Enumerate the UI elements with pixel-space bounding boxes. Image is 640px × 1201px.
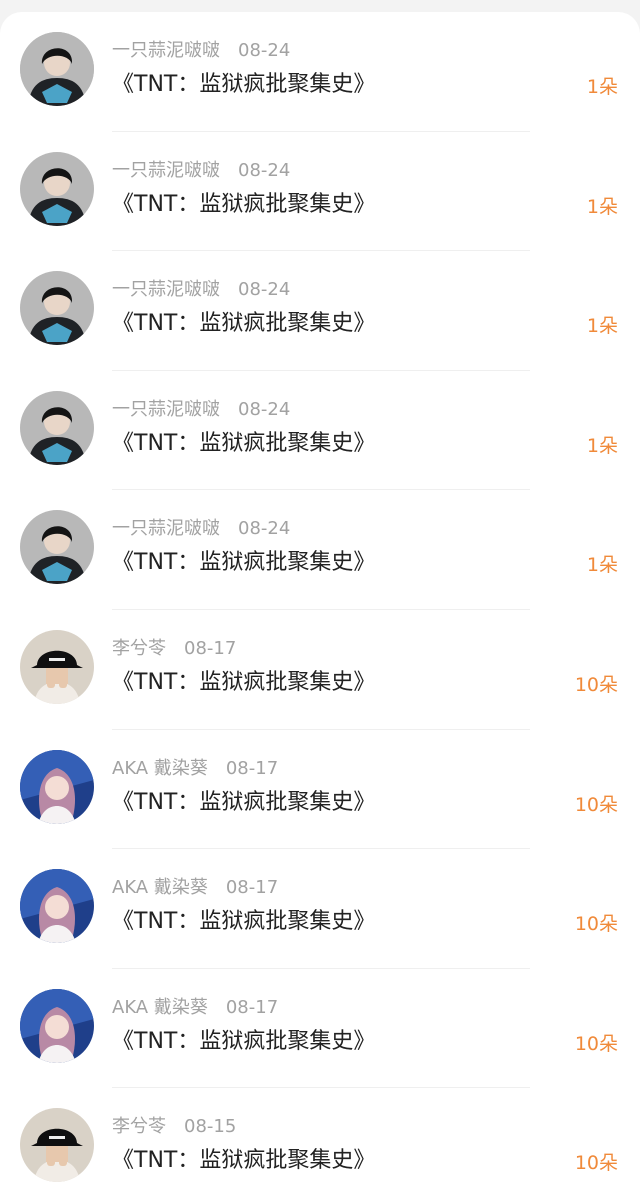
username[interactable]: AKA 戴染葵 <box>112 997 208 1018</box>
list-item[interactable]: 李兮苓 08-17 《TNT：监狱疯批聚集史》 10朵 <box>0 610 640 730</box>
username[interactable]: 一只蒜泥啵啵 <box>112 40 220 61</box>
meta-line: 李兮苓 08-17 <box>112 637 236 661</box>
date: 08-17 <box>225 996 279 1018</box>
meta-line: 一只蒜泥啵啵 08-24 <box>112 159 290 183</box>
date: 08-24 <box>238 159 291 181</box>
boy-avatar-icon[interactable] <box>20 151 94 226</box>
gift-list: 一只蒜泥啵啵 08-24 《TNT：监狱疯批聚集史》 1朵 一只蒜泥啵啵 08-24… <box>0 12 640 1201</box>
list-item[interactable]: AKA 戴染葵 08-17 《TNT：监狱疯批聚集史》 10朵 <box>0 849 640 969</box>
meta-line: 一只蒜泥啵啵 08-24 <box>112 398 290 422</box>
gift-record-card: 一只蒜泥啵啵 08-24 《TNT：监狱疯批聚集史》 1朵 一只蒜泥啵啵 08-24… <box>0 12 640 1201</box>
username[interactable]: 一只蒜泥啵啵 <box>112 160 220 181</box>
item-title[interactable]: 《TNT：监狱疯批聚集史》 <box>112 69 375 101</box>
username[interactable]: AKA 戴染葵 <box>112 877 208 898</box>
flower-count: 1朵 <box>586 315 618 338</box>
list-item[interactable]: AKA 戴染葵 08-17 《TNT：监狱疯批聚集史》 10朵 <box>0 969 640 1089</box>
girl-avatar-icon[interactable] <box>20 988 94 1063</box>
meta-line: 一只蒜泥啵啵 08-24 <box>112 278 290 302</box>
username[interactable]: 一只蒜泥啵啵 <box>112 279 220 300</box>
item-title[interactable]: 《TNT：监狱疯批聚集史》 <box>112 906 375 938</box>
flower-count: 1朵 <box>586 76 618 98</box>
item-title[interactable]: 《TNT：监狱疯批聚集史》 <box>112 667 375 699</box>
date: 08-24 <box>238 40 291 61</box>
flower-count: 10朵 <box>574 913 618 936</box>
list-item[interactable]: 一只蒜泥啵啵 08-24 《TNT：监狱疯批聚集史》 1朵 <box>0 371 640 491</box>
meta-line: 李兮苓 08-15 <box>112 1115 236 1139</box>
list-item[interactable]: 一只蒜泥啵啵 08-24 《TNT：监狱疯批聚集史》 1朵 <box>0 251 640 371</box>
girl-avatar-icon[interactable] <box>20 749 94 824</box>
flower-count: 10朵 <box>574 1152 618 1175</box>
hat-avatar-icon[interactable] <box>20 629 94 704</box>
date: 08-24 <box>238 398 291 420</box>
list-item[interactable]: 一只蒜泥啵啵 08-24 《TNT：监狱疯批聚集史》 1朵 <box>0 490 640 610</box>
date: 08-17 <box>225 757 279 779</box>
boy-avatar-icon[interactable] <box>20 510 94 585</box>
meta-line: AKA 戴染葵 08-17 <box>112 757 278 781</box>
date: 08-17 <box>225 877 279 899</box>
item-title[interactable]: 《TNT：监狱疯批聚集史》 <box>112 1145 375 1177</box>
username[interactable]: AKA 戴染葵 <box>112 758 208 779</box>
flower-count: 10朵 <box>574 793 618 816</box>
username[interactable]: 一只蒜泥啵啵 <box>112 399 220 420</box>
flower-count: 10朵 <box>574 673 618 696</box>
flower-count: 10朵 <box>574 1032 618 1055</box>
flower-count: 1朵 <box>586 554 618 577</box>
meta-line: AKA 戴染葵 08-17 <box>112 996 278 1020</box>
item-title[interactable]: 《TNT：监狱疯批聚集史》 <box>112 547 375 579</box>
meta-line: 一只蒜泥啵啵 08-24 <box>112 39 290 63</box>
item-title[interactable]: 《TNT：监狱疯批聚集史》 <box>112 189 375 221</box>
item-title[interactable]: 《TNT：监狱疯批聚集史》 <box>112 308 375 340</box>
item-title[interactable]: 《TNT：监狱疯批聚集史》 <box>112 1026 375 1058</box>
item-title[interactable]: 《TNT：监狱疯批聚集史》 <box>112 787 375 819</box>
flower-count: 1朵 <box>586 195 618 218</box>
username[interactable]: 李兮苓 <box>112 1116 166 1137</box>
username[interactable]: 李兮苓 <box>112 638 166 659</box>
boy-avatar-icon[interactable] <box>20 32 94 106</box>
hat-avatar-icon[interactable] <box>20 1108 94 1183</box>
flower-count: 1朵 <box>586 434 618 457</box>
list-item[interactable]: 李兮苓 08-15 《TNT：监狱疯批聚集史》 10朵 <box>0 1088 640 1201</box>
boy-avatar-icon[interactable] <box>20 390 94 465</box>
username[interactable]: 一只蒜泥啵啵 <box>112 518 220 539</box>
top-background-strip <box>0 0 640 12</box>
meta-line: 一只蒜泥啵啵 08-24 <box>112 517 290 541</box>
boy-avatar-icon[interactable] <box>20 271 94 346</box>
date: 08-15 <box>184 1116 237 1138</box>
meta-line: AKA 戴染葵 08-17 <box>112 876 278 900</box>
list-item[interactable]: AKA 戴染葵 08-17 《TNT：监狱疯批聚集史》 10朵 <box>0 730 640 850</box>
girl-avatar-icon[interactable] <box>20 869 94 944</box>
list-item[interactable]: 一只蒜泥啵啵 08-24 《TNT：监狱疯批聚集史》 1朵 <box>0 132 640 252</box>
date: 08-24 <box>238 518 291 540</box>
list-item[interactable]: 一只蒜泥啵啵 08-24 《TNT：监狱疯批聚集史》 1朵 <box>0 12 640 132</box>
date: 08-17 <box>184 637 237 659</box>
date: 08-24 <box>238 279 291 301</box>
item-title[interactable]: 《TNT：监狱疯批聚集史》 <box>112 428 375 460</box>
